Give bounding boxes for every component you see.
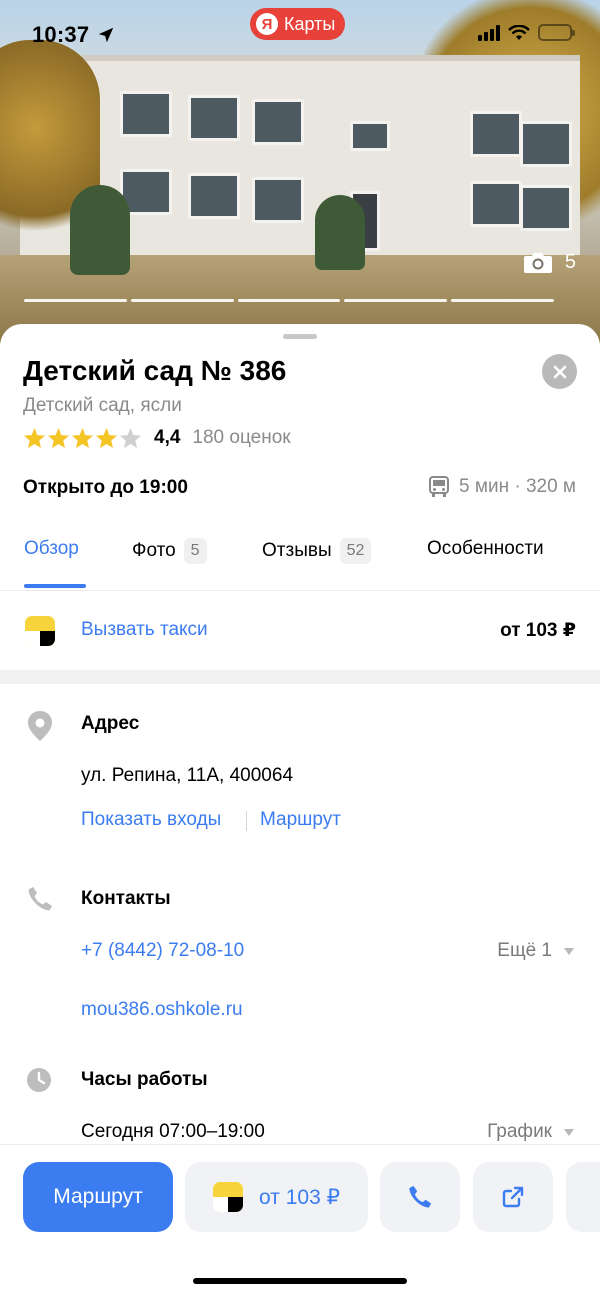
place-category: Детский сад, ясли [23,395,182,416]
contacts-title: Контакты [81,888,171,909]
transit-text: 5 мин · 320 м [459,476,576,497]
tab-reviews[interactable]: Отзывы 52 [262,538,372,564]
link-divider [246,811,247,831]
route-button[interactable]: Маршрут [23,1162,173,1232]
active-tab-indicator [24,584,86,588]
address-value[interactable]: ул. Репина, 11А, 400064 [81,765,293,787]
rating-value: 4,4 [154,427,181,448]
address-title: Адрес [81,713,140,734]
more-phones-label: Ещё 1 [497,940,552,961]
cellular-signal-icon [478,24,500,41]
tab-bar: Обзор Фото 5 Отзывы 52 Особенности [0,530,600,591]
chevron-down-icon [564,947,574,955]
bush-decor [70,185,130,275]
star-empty-icon [119,427,142,449]
rating-stars [23,427,142,449]
camera-icon [523,253,552,273]
tab-features[interactable]: Особенности [427,538,544,560]
schedule-label: График [487,1121,552,1142]
tab-count-badge: 52 [339,538,372,564]
tab-label: Фото [132,540,176,561]
home-indicator [193,1278,407,1284]
open-status: Открыто до 19:00 [23,477,188,498]
schedule-toggle[interactable]: График [487,1121,574,1143]
phone-icon [28,887,52,911]
status-time: 10:37 [32,22,90,47]
sheet-grabber[interactable] [283,334,317,339]
close-icon [553,365,566,378]
star-filled-icon [47,427,70,449]
taxi-button[interactable]: от 103 ₽ [185,1162,368,1232]
bottom-action-bar: Маршрут от 103 ₽ [0,1144,600,1297]
taxi-price: от 103 ₽ [500,620,576,641]
taxi-icon [25,616,55,646]
route-link[interactable]: Маршрут [260,809,341,831]
photo-count-value: 5 [564,250,576,273]
show-entrances-link[interactable]: Показать входы [81,809,221,831]
hours-title: Часы работы [81,1069,208,1090]
place-title: Детский сад № 386 [23,355,287,386]
tab-photos[interactable]: Фото 5 [132,538,207,564]
rating-row[interactable]: 4,4 180 оценок [23,427,291,449]
star-filled-icon [23,427,46,449]
taxi-icon [213,1182,244,1212]
bus-icon [429,476,450,497]
clock-icon [27,1068,51,1092]
more-phones-toggle[interactable]: Ещё 1 [497,940,574,962]
call-button[interactable] [380,1162,460,1232]
taxi-row[interactable]: Вызвать такси от 103 ₽ [0,591,600,670]
rating-count: 180 оценок [192,427,291,448]
photo-progress [24,299,554,302]
photo-count[interactable]: 5 [523,250,576,274]
yandex-logo-icon: Я [256,13,278,35]
transit-info[interactable]: 5 мин · 320 м [429,476,576,498]
taxi-button-price: от 103 ₽ [259,1185,340,1209]
star-filled-icon [95,427,118,449]
battery-icon [538,24,575,41]
location-arrow-icon [98,27,114,43]
chevron-down-icon [564,1128,574,1136]
status-bar: 10:37 Я Карты [0,0,600,70]
taxi-label: Вызвать такси [81,619,208,640]
section-divider [0,670,600,684]
tab-label: Обзор [24,538,79,559]
app-back-pill[interactable]: Я Карты [250,8,346,40]
map-pin-icon [28,711,52,741]
wifi-icon [508,24,530,40]
hours-today: Сегодня 07:00–19:00 [81,1121,265,1142]
share-button[interactable] [473,1162,553,1232]
share-icon [502,1186,524,1208]
star-filled-icon [71,427,94,449]
tab-overview[interactable]: Обзор [24,538,79,560]
phone-icon [409,1185,432,1208]
bush-decor [315,195,365,270]
app-name: Карты [284,13,336,34]
website-link[interactable]: mou386.oshkole.ru [81,999,243,1021]
more-actions-button[interactable] [566,1162,600,1232]
tab-count-badge: 5 [183,538,207,564]
tab-label: Отзывы [262,540,332,561]
tab-label: Особенности [427,538,544,559]
phone-link[interactable]: +7 (8442) 72-08-10 [81,940,244,962]
close-button[interactable] [542,354,577,389]
